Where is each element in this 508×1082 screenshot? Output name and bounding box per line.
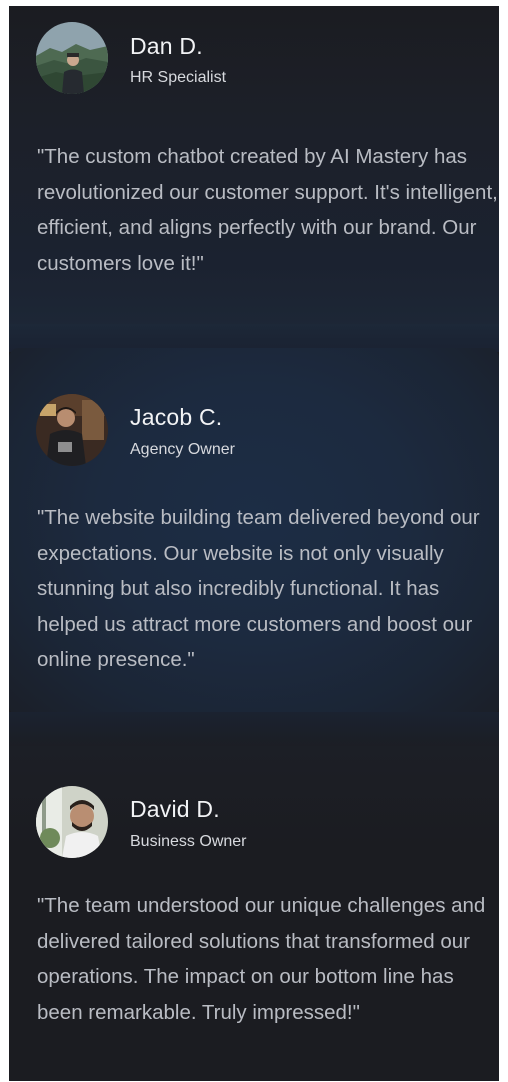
testimonial-quote: "The team understood our unique challeng… bbox=[37, 894, 486, 1024]
reviewer-role: HR Specialist bbox=[130, 69, 227, 86]
avatar bbox=[36, 394, 108, 466]
testimonial-quote: "The website building team delivered bey… bbox=[37, 506, 480, 671]
reviewer-name: Dan D. bbox=[130, 33, 203, 59]
avatar-photo-mountains bbox=[36, 22, 108, 94]
avatar-photo-cafe bbox=[36, 394, 108, 466]
reviewer-role: Business Owner bbox=[130, 833, 247, 850]
testimonials-section: Dan D. HR Specialist "The custom chatbot… bbox=[9, 6, 499, 1081]
reviewer-name: David D. bbox=[130, 796, 220, 822]
testimonial-card: Jacob C. Agency Owner "The website build… bbox=[9, 348, 499, 716]
testimonial-quote: "The custom chatbot created by AI Master… bbox=[37, 145, 498, 275]
reviewer-name: Jacob C. bbox=[130, 404, 223, 430]
testimonial-card: David D. Business Owner "The team unders… bbox=[9, 746, 499, 1081]
testimonial-card: Dan D. HR Specialist "The custom chatbot… bbox=[9, 6, 499, 328]
reviewer-role: Agency Owner bbox=[130, 441, 235, 458]
avatar bbox=[36, 786, 108, 858]
avatar bbox=[36, 22, 108, 94]
card-divider bbox=[9, 712, 499, 750]
avatar-photo-portrait bbox=[36, 786, 108, 858]
